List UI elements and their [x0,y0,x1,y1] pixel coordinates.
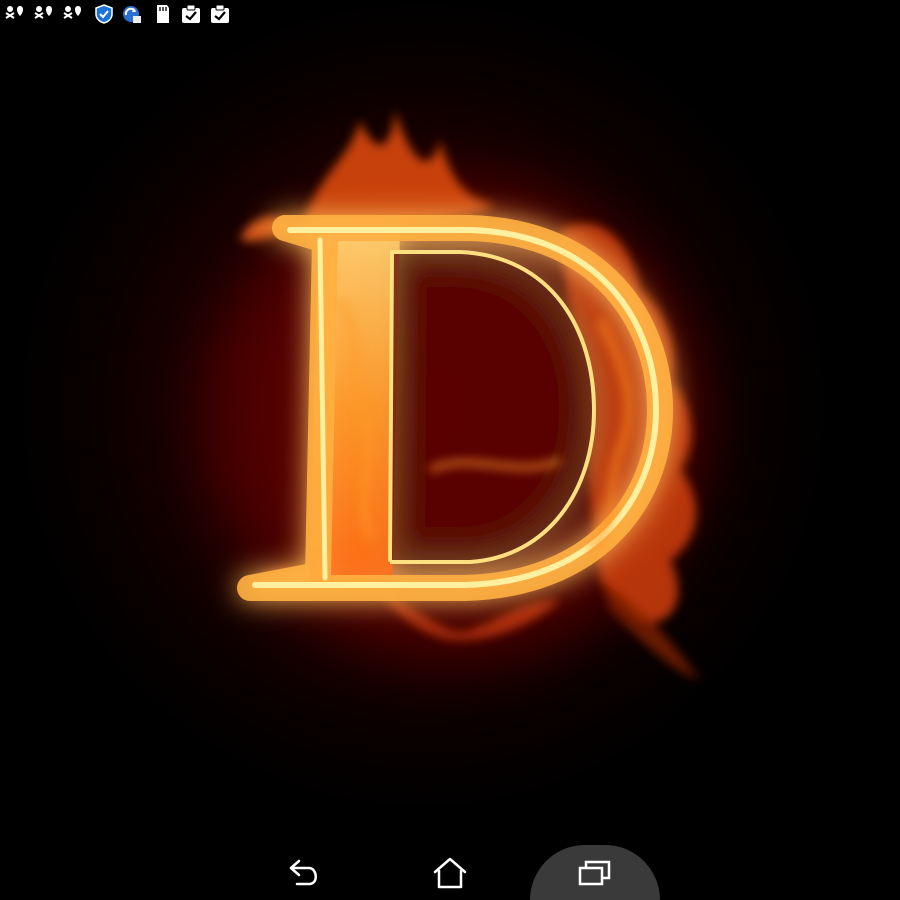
update-icon[interactable] [121,4,143,24]
wallpaper [0,0,900,900]
clipboard-check-icon[interactable] [180,4,202,24]
fire-letter-wallpaper [205,110,705,680]
clipboard-check-icon[interactable] [209,4,231,24]
back-icon [289,859,317,885]
shield-icon[interactable] [93,4,115,24]
people-location-icon[interactable] [62,4,84,24]
home-screen [0,0,900,900]
home-button[interactable] [385,845,515,900]
people-location-icon[interactable] [33,4,55,24]
recent-apps-icon [578,860,611,885]
recent-apps-button[interactable] [530,845,660,900]
status-bar [0,0,900,28]
home-icon [433,857,467,888]
sd-card-icon[interactable] [152,4,174,24]
navigation-bar [0,845,900,900]
back-button[interactable] [240,845,370,900]
people-location-icon[interactable] [4,4,26,24]
